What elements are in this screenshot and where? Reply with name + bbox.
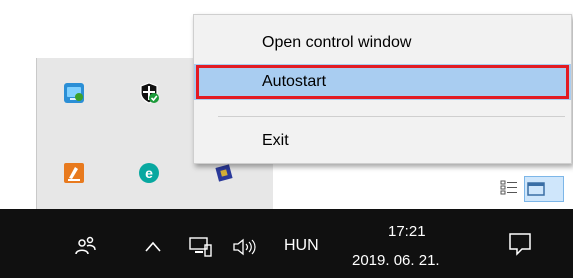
- menu-item-exit[interactable]: Exit: [194, 123, 571, 159]
- network-icon[interactable]: [189, 236, 213, 258]
- windows-security-icon[interactable]: [138, 82, 160, 104]
- clock-date[interactable]: 2019. 06. 21.: [352, 252, 440, 269]
- input-language-indicator[interactable]: HUN: [284, 237, 319, 255]
- large-icons-view-button[interactable]: [524, 176, 564, 202]
- view-mode-buttons: [498, 176, 573, 208]
- volume-icon[interactable]: [232, 237, 258, 257]
- chip-icon[interactable]: [213, 162, 235, 184]
- menu-item-open-control-window[interactable]: Open control window: [194, 25, 571, 61]
- network-monitor-icon[interactable]: [63, 82, 85, 104]
- menu-separator: [218, 116, 565, 117]
- show-hidden-icons-chevron-up-icon[interactable]: [143, 237, 163, 257]
- taskbar: HUN 17:21 2019. 06. 21.: [0, 209, 573, 278]
- editor-app-icon[interactable]: [63, 162, 85, 184]
- menu-item-autostart[interactable]: Autostart: [194, 64, 571, 100]
- context-menu: Open control window Autostart Exit: [193, 14, 572, 164]
- svg-text:e: e: [145, 165, 153, 181]
- large-icons-view-icon: [527, 182, 545, 196]
- clock-time[interactable]: 17:21: [388, 223, 426, 240]
- action-center-icon[interactable]: [507, 231, 533, 257]
- people-icon[interactable]: [74, 233, 98, 257]
- menu-item-label: Exit: [262, 132, 289, 149]
- menu-item-label: Open control window: [262, 34, 412, 51]
- eset-icon[interactable]: e: [138, 162, 160, 184]
- menu-item-label: Autostart: [262, 73, 327, 90]
- details-view-icon[interactable]: [500, 179, 518, 197]
